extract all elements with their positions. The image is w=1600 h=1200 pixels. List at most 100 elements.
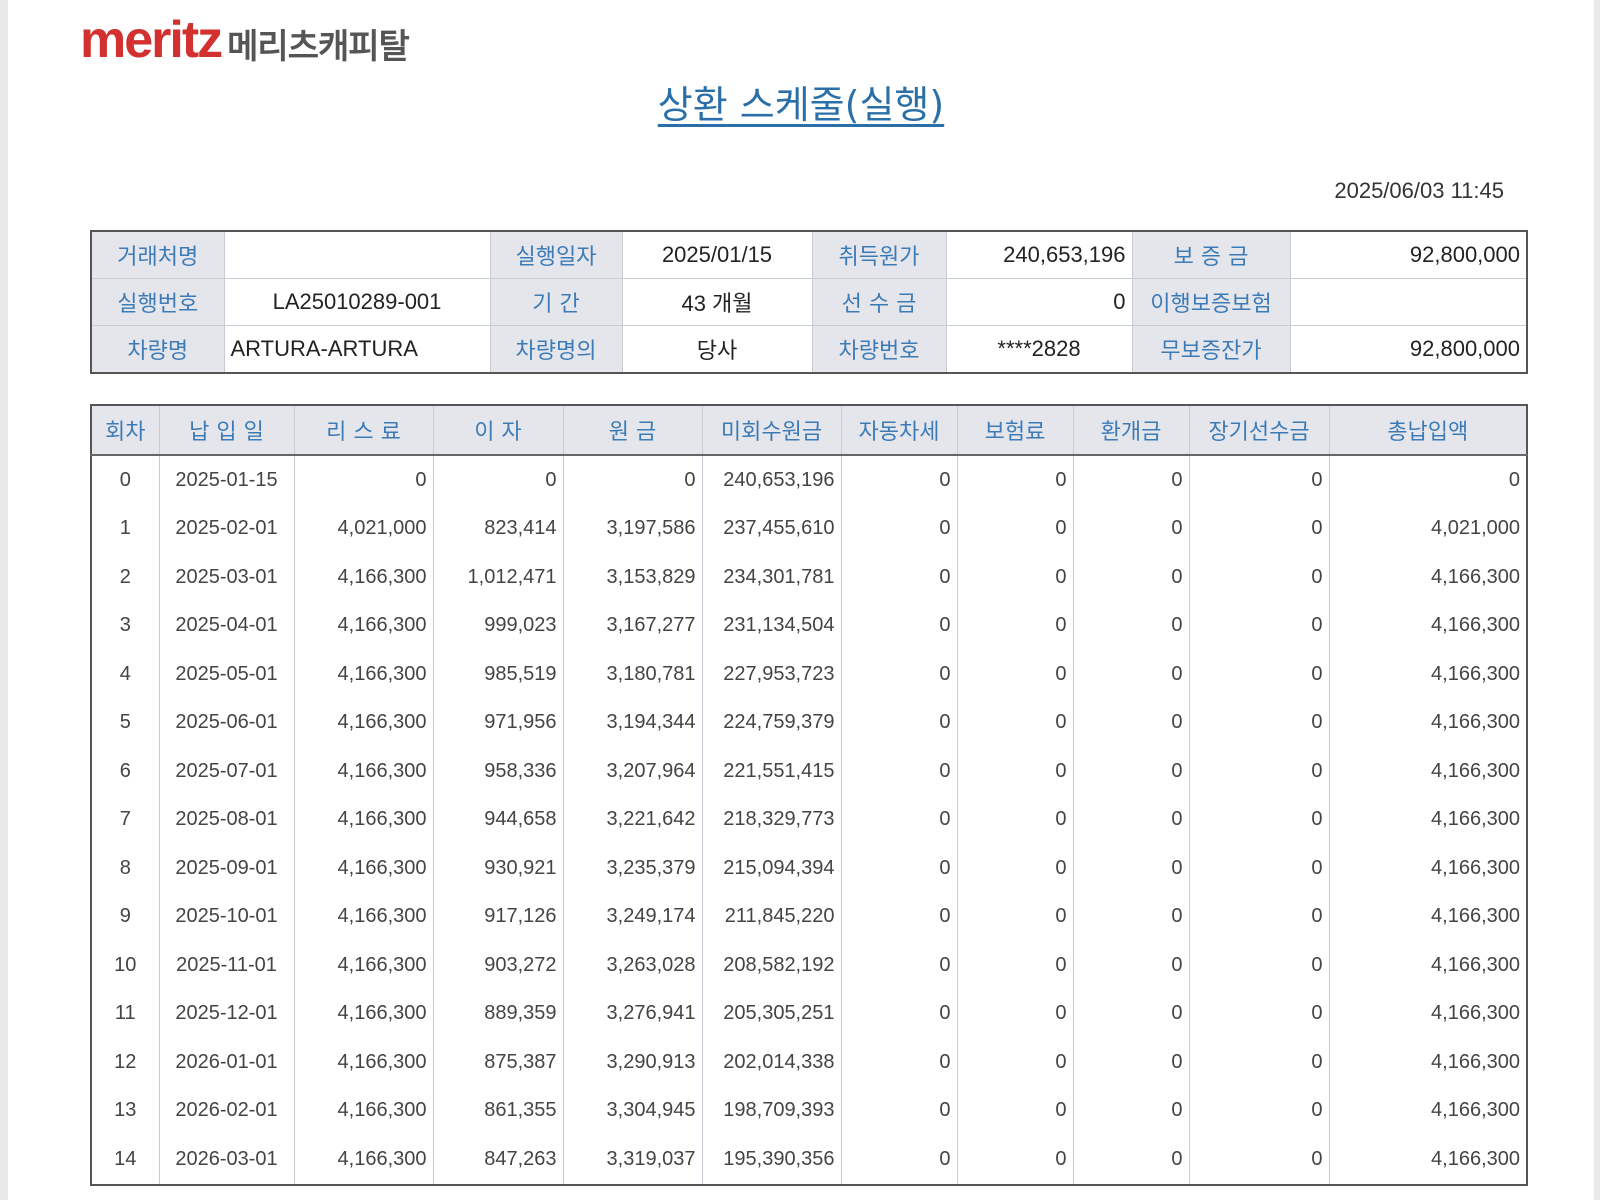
table-row: 8 2025-09-01 4,166,300 930,921 3,235,379 215,…: [90, 844, 1528, 893]
table-cell: 985,519: [432, 650, 564, 699]
info-row: 차량명 ARTURA-ARTURA 차량명의 당사 차량번호 ****2828 …: [90, 325, 1528, 374]
insurance-value: [1289, 278, 1528, 326]
table-cell: 999,023: [432, 601, 564, 650]
table-cell: 0: [1188, 844, 1330, 893]
insurance-label: 이행보증보험: [1131, 278, 1291, 326]
table-cell: 231,134,504: [701, 601, 842, 650]
table-cell: 211,845,220: [701, 892, 842, 941]
table-cell: 3,197,586: [562, 504, 703, 553]
table-cell: 0: [956, 1135, 1074, 1185]
table-cell: 3,263,028: [562, 941, 703, 990]
table-cell: 14: [90, 1135, 160, 1185]
table-cell: 4,166,300: [293, 1038, 434, 1087]
table-cell: 0: [840, 1086, 958, 1135]
table-cell: 903,272: [432, 941, 564, 990]
table-cell: 5: [90, 698, 160, 747]
table-cell: 4,166,300: [293, 650, 434, 699]
table-cell: 3,276,941: [562, 989, 703, 1038]
table-cell: 4,021,000: [293, 504, 434, 553]
table-cell: 0: [1072, 455, 1190, 505]
table-cell: 0: [956, 455, 1074, 505]
table-cell: 2025-05-01: [158, 650, 295, 699]
table-cell: 198,709,393: [701, 1086, 842, 1135]
table-cell: 0: [956, 844, 1074, 893]
table-cell: 0: [840, 795, 958, 844]
logo-brand: meritz: [80, 11, 223, 69]
table-cell: 0: [1072, 1038, 1190, 1087]
table-cell: 0: [1188, 892, 1330, 941]
table-cell: 234,301,781: [701, 553, 842, 602]
residual-label: 무보증잔가: [1131, 325, 1291, 374]
page-title: 상환 스케줄(실행): [657, 83, 945, 127]
table-cell: 0: [1188, 795, 1330, 844]
exec-date-value: 2025/01/15: [621, 230, 813, 279]
column-header: 이 자: [432, 404, 564, 456]
table-cell: 2025-12-01: [158, 989, 295, 1038]
table-cell: 0: [1188, 941, 1330, 990]
table-cell: 0: [1328, 455, 1528, 505]
table-cell: 0: [1072, 941, 1190, 990]
table-cell: 215,094,394: [701, 844, 842, 893]
column-header: 미회수원금: [701, 404, 842, 456]
exec-no-label: 실행번호: [90, 278, 225, 326]
period-value: 43 개월: [621, 278, 813, 326]
table-row: 10 2025-11-01 4,166,300 903,272 3,263,028 208…: [90, 941, 1528, 990]
table-cell: 0: [1188, 650, 1330, 699]
table-cell: 2026-02-01: [158, 1086, 295, 1135]
table-cell: 0: [90, 455, 160, 505]
table-cell: 3: [90, 601, 160, 650]
info-row: 거래처명 실행일자 2025/01/15 취득원가 240,653,196 보 …: [90, 230, 1528, 279]
logo-company-name: 메리츠캐피탈: [227, 27, 410, 67]
column-header: 원 금: [562, 404, 703, 456]
column-header: 자동차세: [840, 404, 958, 456]
table-cell: 0: [956, 1038, 1074, 1087]
table-cell: 0: [956, 892, 1074, 941]
table-cell: 0: [293, 455, 434, 505]
table-cell: 0: [840, 747, 958, 796]
table-cell: 930,921: [432, 844, 564, 893]
table-cell: 0: [956, 553, 1074, 602]
table-row: 3 2025-04-01 4,166,300 999,023 3,167,277 231,…: [90, 601, 1528, 650]
table-cell: 3,153,829: [562, 553, 703, 602]
table-cell: 0: [840, 1038, 958, 1087]
table-cell: 4,166,300: [1328, 698, 1528, 747]
table-cell: 10: [90, 941, 160, 990]
table-cell: 3,249,174: [562, 892, 703, 941]
table-cell: 944,658: [432, 795, 564, 844]
vehicle-label: 차량명: [90, 325, 225, 374]
table-cell: 3,221,642: [562, 795, 703, 844]
table-cell: 227,953,723: [701, 650, 842, 699]
table-cell: 3,180,781: [562, 650, 703, 699]
table-cell: 2026-01-01: [158, 1038, 295, 1087]
table-cell: 8: [90, 844, 160, 893]
table-cell: 4,166,300: [293, 1135, 434, 1185]
table-cell: 0: [956, 989, 1074, 1038]
table-cell: 0: [840, 455, 958, 505]
table-cell: 12: [90, 1038, 160, 1087]
contract-info-table: 거래처명 실행일자 2025/01/15 취득원가 240,653,196 보 …: [90, 230, 1528, 374]
table-cell: 0: [1072, 504, 1190, 553]
table-cell: 1,012,471: [432, 553, 564, 602]
table-cell: 3,290,913: [562, 1038, 703, 1087]
table-cell: 3,304,945: [562, 1086, 703, 1135]
column-header: 리 스 료: [293, 404, 434, 456]
table-cell: 0: [1188, 1135, 1330, 1185]
table-cell: 11: [90, 989, 160, 1038]
table-cell: 2025-01-15: [158, 455, 295, 505]
column-header: 장기선수금: [1188, 404, 1330, 456]
table-cell: 0: [1072, 844, 1190, 893]
table-cell: 4,166,300: [293, 795, 434, 844]
client-value: [223, 230, 491, 279]
table-cell: 4,166,300: [1328, 601, 1528, 650]
table-cell: 0: [956, 650, 1074, 699]
table-row: 13 2026-02-01 4,166,300 861,355 3,304,945 198…: [90, 1086, 1528, 1135]
table-cell: 224,759,379: [701, 698, 842, 747]
table-cell: 4,021,000: [1328, 504, 1528, 553]
table-cell: 0: [840, 553, 958, 602]
company-logo: meritz 메리츠캐피탈: [80, 11, 410, 69]
info-row: 실행번호 LA25010289-001 기 간 43 개월 선 수 금 0 이행…: [90, 278, 1528, 326]
print-timestamp: 2025/06/03 11:45: [1334, 178, 1504, 203]
table-cell: 208,582,192: [701, 941, 842, 990]
table-cell: 2025-10-01: [158, 892, 295, 941]
plate-value: ****2828: [945, 325, 1133, 374]
